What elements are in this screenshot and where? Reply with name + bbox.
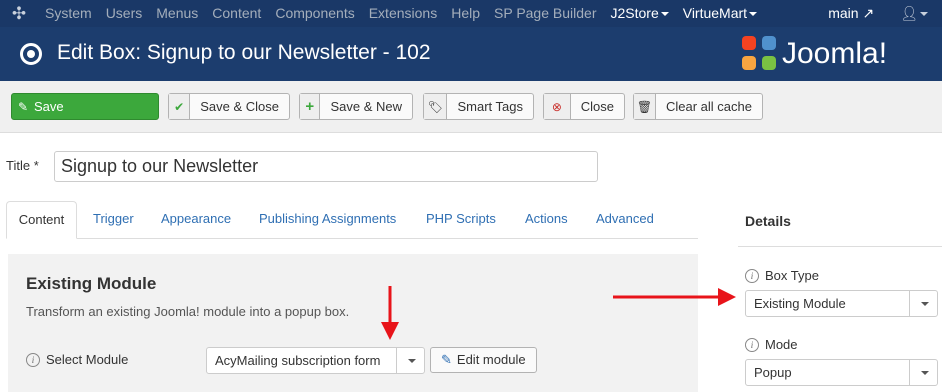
annotation-arrows [381,286,736,340]
arrow-down-annotation [381,286,399,340]
arrow-right-annotation [613,288,736,306]
